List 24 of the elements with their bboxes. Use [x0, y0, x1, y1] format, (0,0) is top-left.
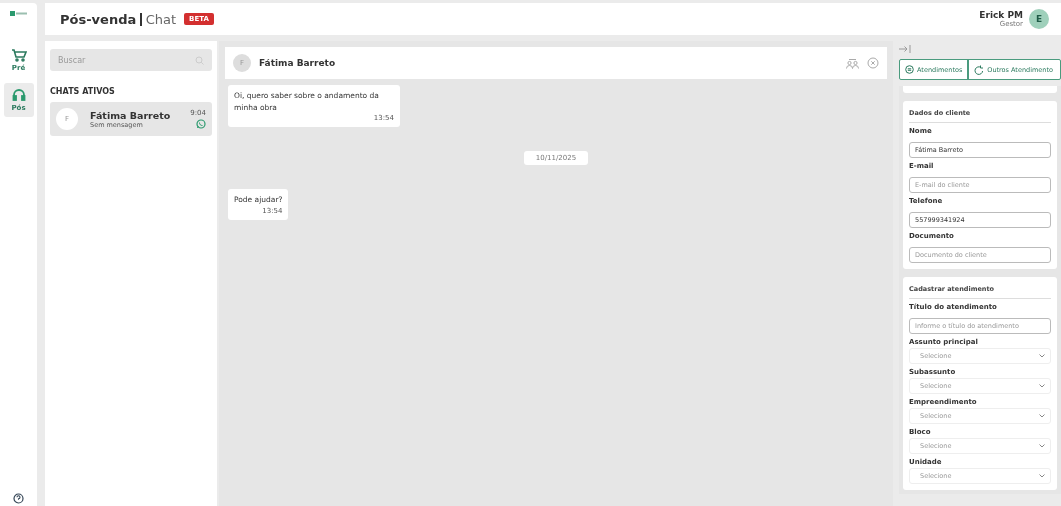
people-icon[interactable] [846, 57, 859, 69]
page-title: Pós-venda [60, 11, 137, 27]
help-icon[interactable] [13, 493, 24, 504]
chevron-down-icon [1039, 414, 1045, 418]
chevron-down-icon [1039, 444, 1045, 448]
page-subtitle: Chat [145, 11, 177, 27]
chat-refresh-icon [974, 64, 985, 75]
conversation-title: Fátima Barreto [259, 58, 336, 68]
user-avatar[interactable]: E [1029, 9, 1049, 29]
search-icon [195, 56, 204, 65]
chevron-down-icon [1039, 354, 1045, 358]
chevron-down-icon [1039, 384, 1045, 388]
contact-name: Fátima Barreto [90, 109, 172, 121]
user-name: Erick PM [979, 10, 1023, 20]
chat-icon [905, 65, 914, 74]
chevron-down-icon [1039, 474, 1045, 478]
collapse-icon[interactable] [899, 45, 911, 53]
logo-icon [9, 11, 28, 17]
cart-icon [10, 48, 27, 62]
search-field[interactable]: Buscar [50, 49, 212, 71]
close-icon[interactable] [867, 57, 879, 69]
whatsapp-icon [196, 119, 206, 129]
headset-icon [11, 88, 26, 102]
section-title: CHATS ATIVOS [50, 87, 116, 96]
